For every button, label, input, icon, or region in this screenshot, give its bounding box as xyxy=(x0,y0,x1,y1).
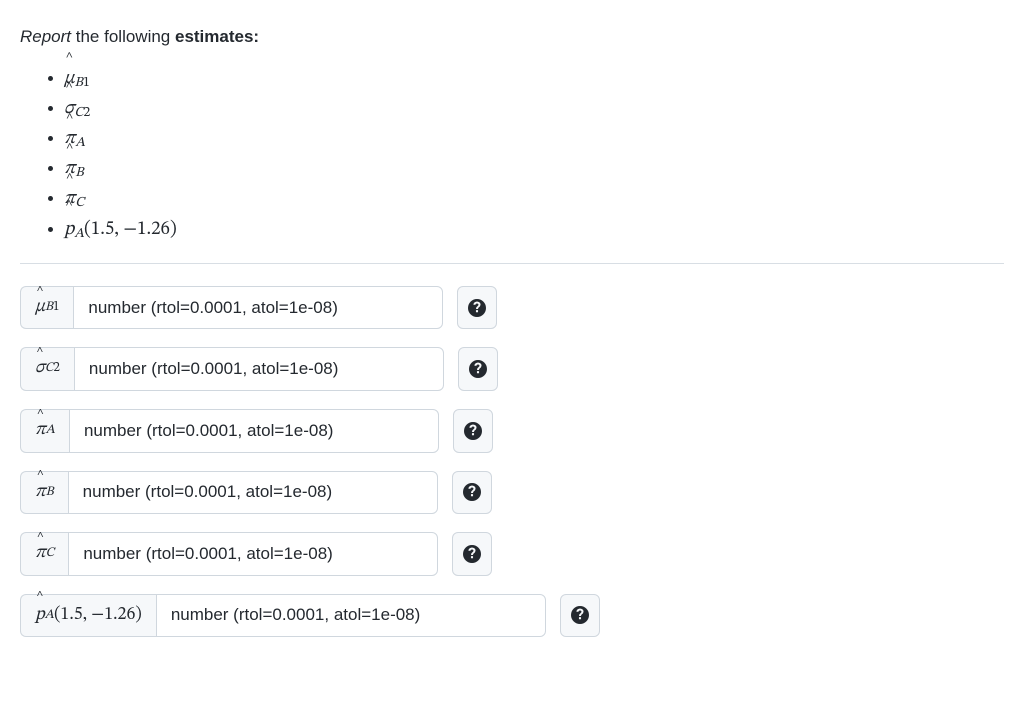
prompt-report: Report xyxy=(20,27,71,46)
help-icon xyxy=(468,299,486,317)
input-label: ^πB xyxy=(20,471,68,515)
help-button[interactable] xyxy=(458,347,498,391)
answer-input-pi-c[interactable] xyxy=(68,532,438,576)
help-icon xyxy=(463,545,481,563)
input-label: ^πA xyxy=(20,409,69,453)
help-button[interactable] xyxy=(453,409,493,453)
divider xyxy=(20,263,1004,264)
input-row-pi-b: ^πB xyxy=(20,471,1004,515)
help-icon xyxy=(571,606,589,624)
list-item: ^μB1 xyxy=(64,64,1004,94)
help-button[interactable] xyxy=(452,471,492,515)
answer-input-p-a[interactable] xyxy=(156,594,546,638)
help-button[interactable] xyxy=(457,286,497,330)
list-item: ^πA xyxy=(64,124,1004,154)
estimate-list: ^μB1 ^σC2 ^πA ^πB ^πC ^pA(1.5, −1.26) xyxy=(20,64,1004,245)
input-label: ^pA(1.5, −1.26) xyxy=(20,594,156,638)
help-button[interactable] xyxy=(560,594,600,638)
input-row-pi-a: ^πA xyxy=(20,409,1004,453)
list-item: ^πB xyxy=(64,154,1004,184)
input-label: ^σC2 xyxy=(20,347,74,391)
help-button[interactable] xyxy=(452,532,492,576)
input-row-p-a: ^pA(1.5, −1.26) xyxy=(20,594,1004,638)
list-item: ^pA(1.5, −1.26) xyxy=(64,215,1004,245)
help-icon xyxy=(469,360,487,378)
input-label: ^μB1 xyxy=(20,286,73,330)
prompt-middle: the following xyxy=(71,27,175,46)
question-container: Report the following estimates: ^μB1 ^σC… xyxy=(0,0,1024,695)
input-label: ^πC xyxy=(20,532,68,576)
answer-input-mu-b1[interactable] xyxy=(73,286,443,330)
list-item: ^πC xyxy=(64,184,1004,214)
input-row-mu-b1: ^μB1 xyxy=(20,286,1004,330)
prompt-line: Report the following estimates: xyxy=(20,24,1004,50)
answer-input-pi-a[interactable] xyxy=(69,409,439,453)
prompt-estimates: estimates: xyxy=(175,27,259,46)
input-row-sigma-c2: ^σC2 xyxy=(20,347,1004,391)
answer-input-pi-b[interactable] xyxy=(68,471,438,515)
input-row-pi-c: ^πC xyxy=(20,532,1004,576)
answer-input-sigma-c2[interactable] xyxy=(74,347,444,391)
help-icon xyxy=(464,422,482,440)
help-icon xyxy=(463,483,481,501)
list-item: ^σC2 xyxy=(64,94,1004,124)
